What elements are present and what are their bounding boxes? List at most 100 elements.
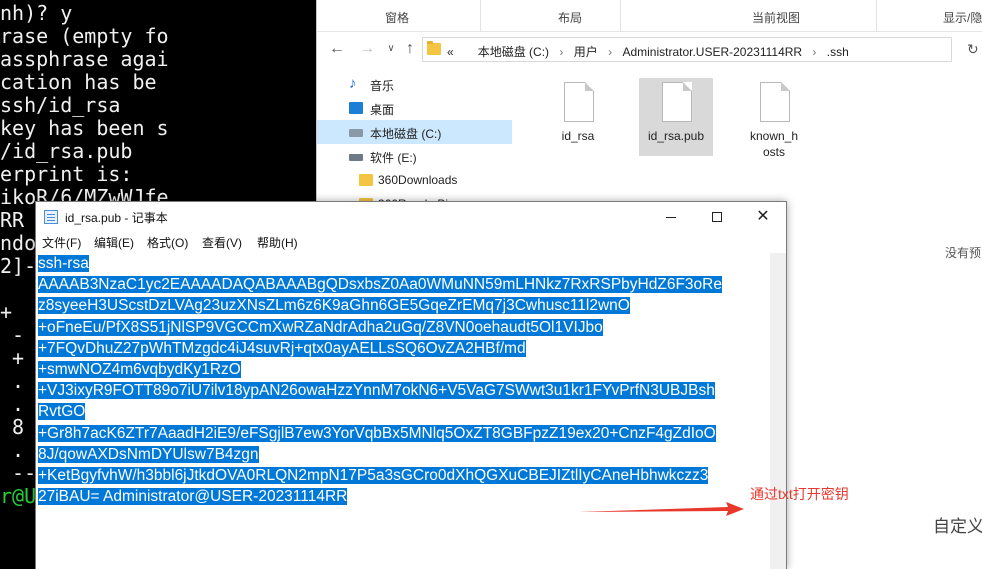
text-line: +smwNOZ4m6vqbydKy1RzO xyxy=(38,359,722,380)
up-arrow-icon[interactable]: ↑ xyxy=(400,40,420,58)
annotation-arrow-icon xyxy=(578,502,744,516)
forward-arrow-icon[interactable]: → xyxy=(357,40,377,58)
breadcrumb: « 本地磁盘 (C:) › 用户 › Administrator.USER-20… xyxy=(447,45,849,59)
selected-text: AAAAB3NzaC1yc2EAAAADAQABAAABgQDsxbsZ0Aa0… xyxy=(38,276,722,294)
music-note-icon: ♪ xyxy=(349,75,357,92)
terminal-line: assphrase agai xyxy=(0,47,169,71)
menu-file[interactable]: 文件(F) xyxy=(42,234,81,251)
ribbon: 窗格 布局 当前视图 显示/隐 xyxy=(317,0,982,32)
terminal-line: . xyxy=(0,369,25,393)
terminal-line: 8 xyxy=(0,415,25,439)
desktop-icon xyxy=(349,102,363,114)
nav-item-label: 360Downloads xyxy=(378,173,458,187)
selected-text: 27iBAU= Administrator@USER-20231114RR xyxy=(38,488,348,506)
menu-help[interactable]: 帮助(H) xyxy=(257,234,298,251)
preview-pane-text: 没有预 xyxy=(945,246,982,260)
selected-text: z8syeeH3UScstDzLVAg23uzXNsZLm6z6K9aGhn6G… xyxy=(38,297,630,315)
address-bar-row: ← → ∨ ↑ « 本地磁盘 (C:) › 用户 › Administrator… xyxy=(317,33,982,65)
breadcrumb-item-user-folder[interactable]: Administrator.USER-20231114RR xyxy=(622,45,802,59)
selected-key-text: ssh-rsa AAAAB3NzaC1yc2EAAAADAQABAAABgQDsx… xyxy=(38,253,722,507)
nav-item-label: 桌面 xyxy=(370,103,395,117)
annotation-label: 通过txt打开密钥 xyxy=(750,486,849,502)
folder-icon xyxy=(427,41,441,55)
close-button[interactable]: ✕ xyxy=(740,202,786,231)
notepad-menu-bar: 文件(F) 编辑(E) 格式(O) 查看(V) 帮助(H) xyxy=(36,231,786,253)
vertical-scrollbar[interactable] xyxy=(770,253,786,569)
text-line: 8J/qowAXDsNmDYUlsw7B4zgn xyxy=(38,444,722,465)
notepad-icon xyxy=(44,210,58,224)
refresh-icon[interactable]: ↻ xyxy=(967,41,979,58)
terminal-line: rase (empty fo xyxy=(0,24,169,48)
recent-locations-chevron-icon[interactable]: ∨ xyxy=(381,43,401,54)
window-title: id_rsa.pub - 记事本 xyxy=(65,211,168,225)
selected-text: +Gr8h7acK6ZTr7AaadH2iE9/eFSgjlB7ew3YorVq… xyxy=(38,424,716,442)
ribbon-group-panes[interactable]: 窗格 xyxy=(317,0,480,32)
drive-icon xyxy=(349,154,363,161)
breadcrumb-item-c-drive[interactable]: 本地磁盘 (C:) xyxy=(478,45,549,59)
nav-item-desktop[interactable]: 桌面 xyxy=(317,96,512,120)
maximize-button[interactable] xyxy=(694,202,740,231)
minimize-icon xyxy=(666,216,676,218)
terminal-line: /id_rsa.pub xyxy=(0,139,133,163)
document-icon xyxy=(662,82,692,122)
nav-item-music[interactable]: ♪ 音乐 xyxy=(317,72,512,96)
minimize-button[interactable] xyxy=(648,202,694,231)
document-icon xyxy=(760,82,790,122)
selected-text: +smwNOZ4m6vqbydKy1RzO xyxy=(38,361,241,379)
text-line: +VJ3ixyR9FOTT89o7iU7ilv18ypAN26owaHzzYnn… xyxy=(38,380,722,401)
nav-item-e-drive[interactable]: 软件 (E:) xyxy=(317,144,512,168)
notepad-text-area[interactable]: ssh-rsa AAAAB3NzaC1yc2EAAAADAQABAAABgQDsx… xyxy=(36,253,770,569)
terminal-line: ssh/id_rsa xyxy=(0,93,121,117)
file-item-id-rsa-pub[interactable]: id_rsa.pub xyxy=(639,78,713,156)
file-item-known-hosts[interactable]: known_hosts xyxy=(737,70,811,159)
ribbon-group-layout[interactable]: 布局 xyxy=(480,0,620,32)
terminal-line: RR xyxy=(0,208,25,232)
menu-view[interactable]: 查看(V) xyxy=(202,234,242,251)
terminal-line: nh)? y xyxy=(0,1,73,25)
address-input[interactable]: « 本地磁盘 (C:) › 用户 › Administrator.USER-20… xyxy=(422,37,952,62)
nav-item-label: 本地磁盘 (C:) xyxy=(370,127,442,141)
file-name: id_rsa.pub xyxy=(647,129,705,143)
text-line: +7FQvDhuZ27pWhTMzgdc4iJ4suvRj+qtx0ayAELL… xyxy=(38,338,722,359)
notepad-title-bar[interactable]: id_rsa.pub - 记事本 ✕ xyxy=(36,202,786,231)
nav-item-360downloads[interactable]: 360Downloads xyxy=(317,168,512,192)
breadcrumb-overflow[interactable]: « xyxy=(447,45,454,59)
menu-edit[interactable]: 编辑(E) xyxy=(94,234,134,251)
terminal-line: + xyxy=(0,300,13,324)
selected-text: ssh-rsa xyxy=(38,255,89,272)
maximize-icon xyxy=(712,212,722,223)
breadcrumb-item-users[interactable]: 用户 xyxy=(574,45,598,59)
selected-text: +oFneEu/PfX8S51jNlSP9VGCCmXwRZaNdrAdha2u… xyxy=(38,318,603,336)
ribbon-group-show-hide[interactable]: 显示/隐 xyxy=(876,0,982,32)
selected-text: +VJ3ixyR9FOTT89o7iU7ilv18ypAN26owaHzzYnn… xyxy=(38,382,715,400)
terminal-line: erprint is: xyxy=(0,162,133,186)
ribbon-group-current-view[interactable]: 当前视图 xyxy=(620,0,876,32)
ribbon-label-current-view: 当前视图 xyxy=(752,11,801,25)
text-line: +Gr8h7acK6ZTr7AaadH2iE9/eFSgjlB7ew3YorVq… xyxy=(38,423,722,444)
custom-text: 自定义 xyxy=(933,517,982,536)
text-line: AAAAB3NzaC1yc2EAAAADAQABAAABgQDsxbsZ0Aa0… xyxy=(38,274,722,295)
text-line: z8syeeH3UScstDzLVAg23uzXNsZLm6z6K9aGhn6G… xyxy=(38,295,722,316)
terminal-line: . xyxy=(0,392,25,416)
file-name: id_rsa xyxy=(561,129,595,143)
navigation-pane: ♪ 音乐 桌面 本地磁盘 (C:) 软件 (E:) 360Downloads 3… xyxy=(317,68,512,211)
file-item-id-rsa[interactable]: id_rsa xyxy=(541,70,615,150)
terminal-line: key has been s xyxy=(0,116,169,140)
text-line: +KetBgyfvhW/h3bbl6jJtkdOVA0RLQN2mpN17P5a… xyxy=(38,465,722,486)
terminal-line: cation has be xyxy=(0,70,157,94)
selected-text: RvtGO xyxy=(38,403,86,421)
text-line: RvtGO xyxy=(38,401,722,422)
nav-item-c-drive[interactable]: 本地磁盘 (C:) xyxy=(317,120,512,144)
selected-text: 8J/qowAXDsNmDYUlsw7B4zgn xyxy=(38,445,259,463)
menu-format[interactable]: 格式(O) xyxy=(147,234,188,251)
text-line: +oFneEu/PfX8S51jNlSP9VGCCmXwRZaNdrAdha2u… xyxy=(38,317,722,338)
breadcrumb-item-ssh[interactable]: .ssh xyxy=(827,45,849,59)
text-line: ssh-rsa xyxy=(38,253,722,274)
ribbon-label-layout: 布局 xyxy=(558,11,583,25)
selected-text: +7FQvDhuZ27pWhTMzgdc4iJ4suvRj+qtx0ayAELL… xyxy=(38,339,526,357)
nav-item-label: 软件 (E:) xyxy=(370,151,417,165)
back-arrow-icon[interactable]: ← xyxy=(327,40,347,58)
drive-icon xyxy=(349,129,363,137)
ribbon-label-show-hide: 显示/隐 xyxy=(943,11,982,25)
ribbon-label-panes: 窗格 xyxy=(385,11,410,25)
